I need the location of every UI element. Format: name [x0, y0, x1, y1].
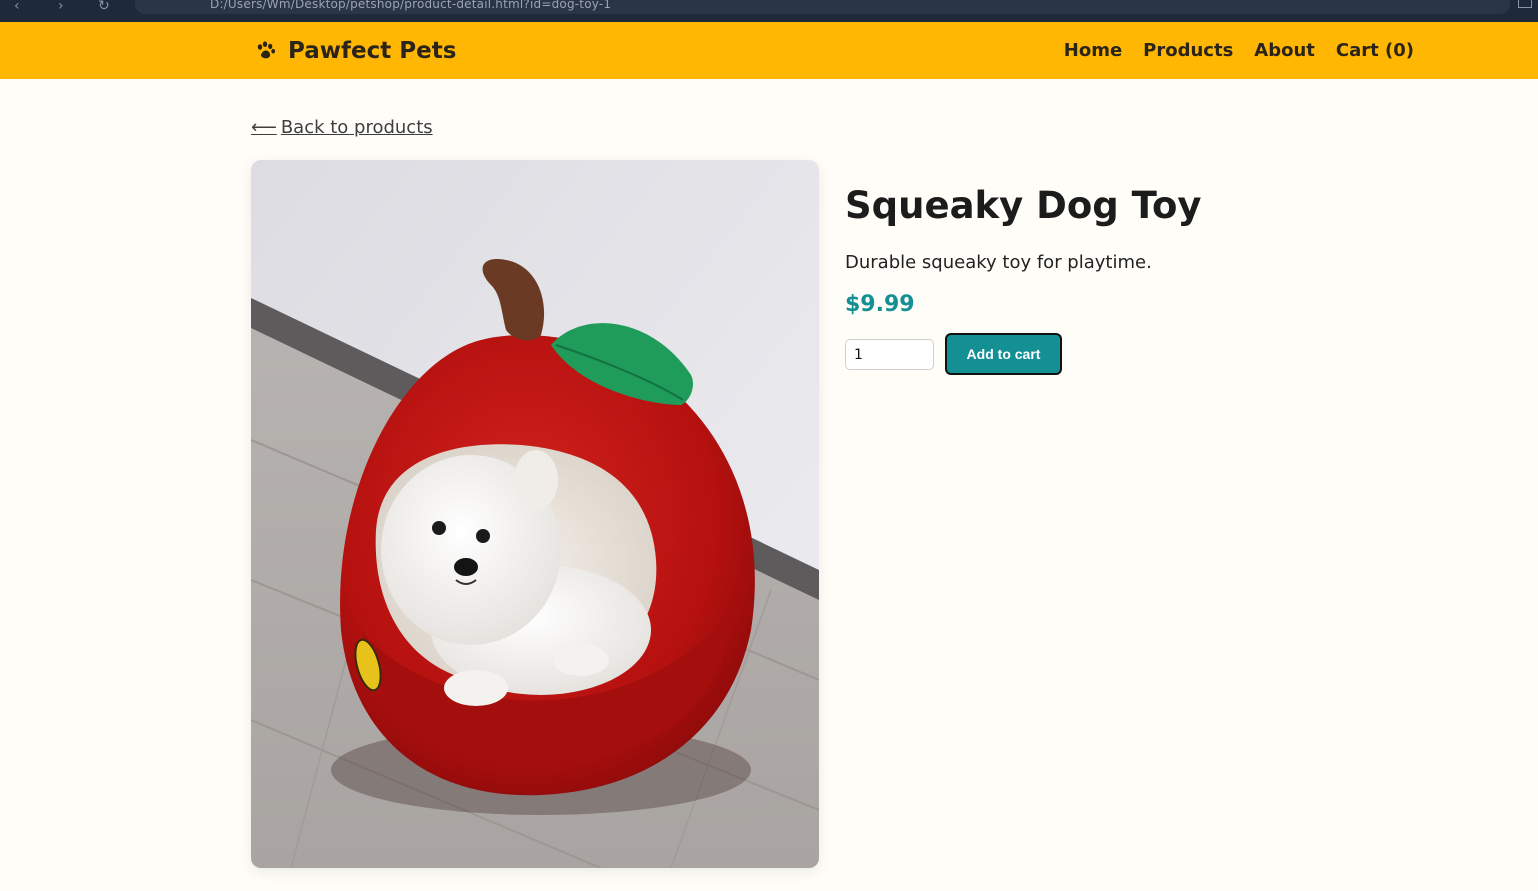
product-title: Squeaky Dog Toy [845, 184, 1202, 227]
product-description: Durable squeaky toy for playtime. [845, 252, 1152, 273]
quantity-input[interactable] [845, 339, 934, 370]
brand-link[interactable]: Pawfect Pets [254, 22, 456, 79]
browser-chrome: ‹ › ↻ D:/Users/Wm/Desktop/petshop/produc… [0, 0, 1538, 22]
browser-back-icon[interactable]: ‹ [14, 0, 20, 14]
nav-products[interactable]: Products [1143, 40, 1233, 61]
back-link-label: Back to products [280, 117, 433, 138]
paw-print-icon [254, 39, 278, 63]
main-nav: Home Products About Cart (0) [1064, 22, 1414, 79]
browser-forward-icon[interactable]: › [58, 0, 64, 14]
arrow-left-icon: ⟵ [251, 117, 277, 138]
address-bar-url[interactable]: D:/Users/Wm/Desktop/petshop/product-deta… [210, 0, 611, 11]
browser-reload-icon[interactable]: ↻ [98, 0, 110, 14]
product-price: $9.99 [845, 292, 915, 317]
product-image [251, 160, 819, 868]
browser-window-icon [1518, 0, 1532, 8]
site-header: Pawfect Pets Home Products About Cart (0… [0, 22, 1538, 79]
add-to-cart-button[interactable]: Add to cart [945, 333, 1062, 375]
brand-name: Pawfect Pets [288, 37, 457, 64]
nav-home[interactable]: Home [1064, 40, 1122, 61]
back-to-products-link[interactable]: ⟵ Back to products [251, 117, 433, 138]
nav-cart[interactable]: Cart (0) [1336, 40, 1414, 61]
nav-about[interactable]: About [1254, 40, 1315, 61]
